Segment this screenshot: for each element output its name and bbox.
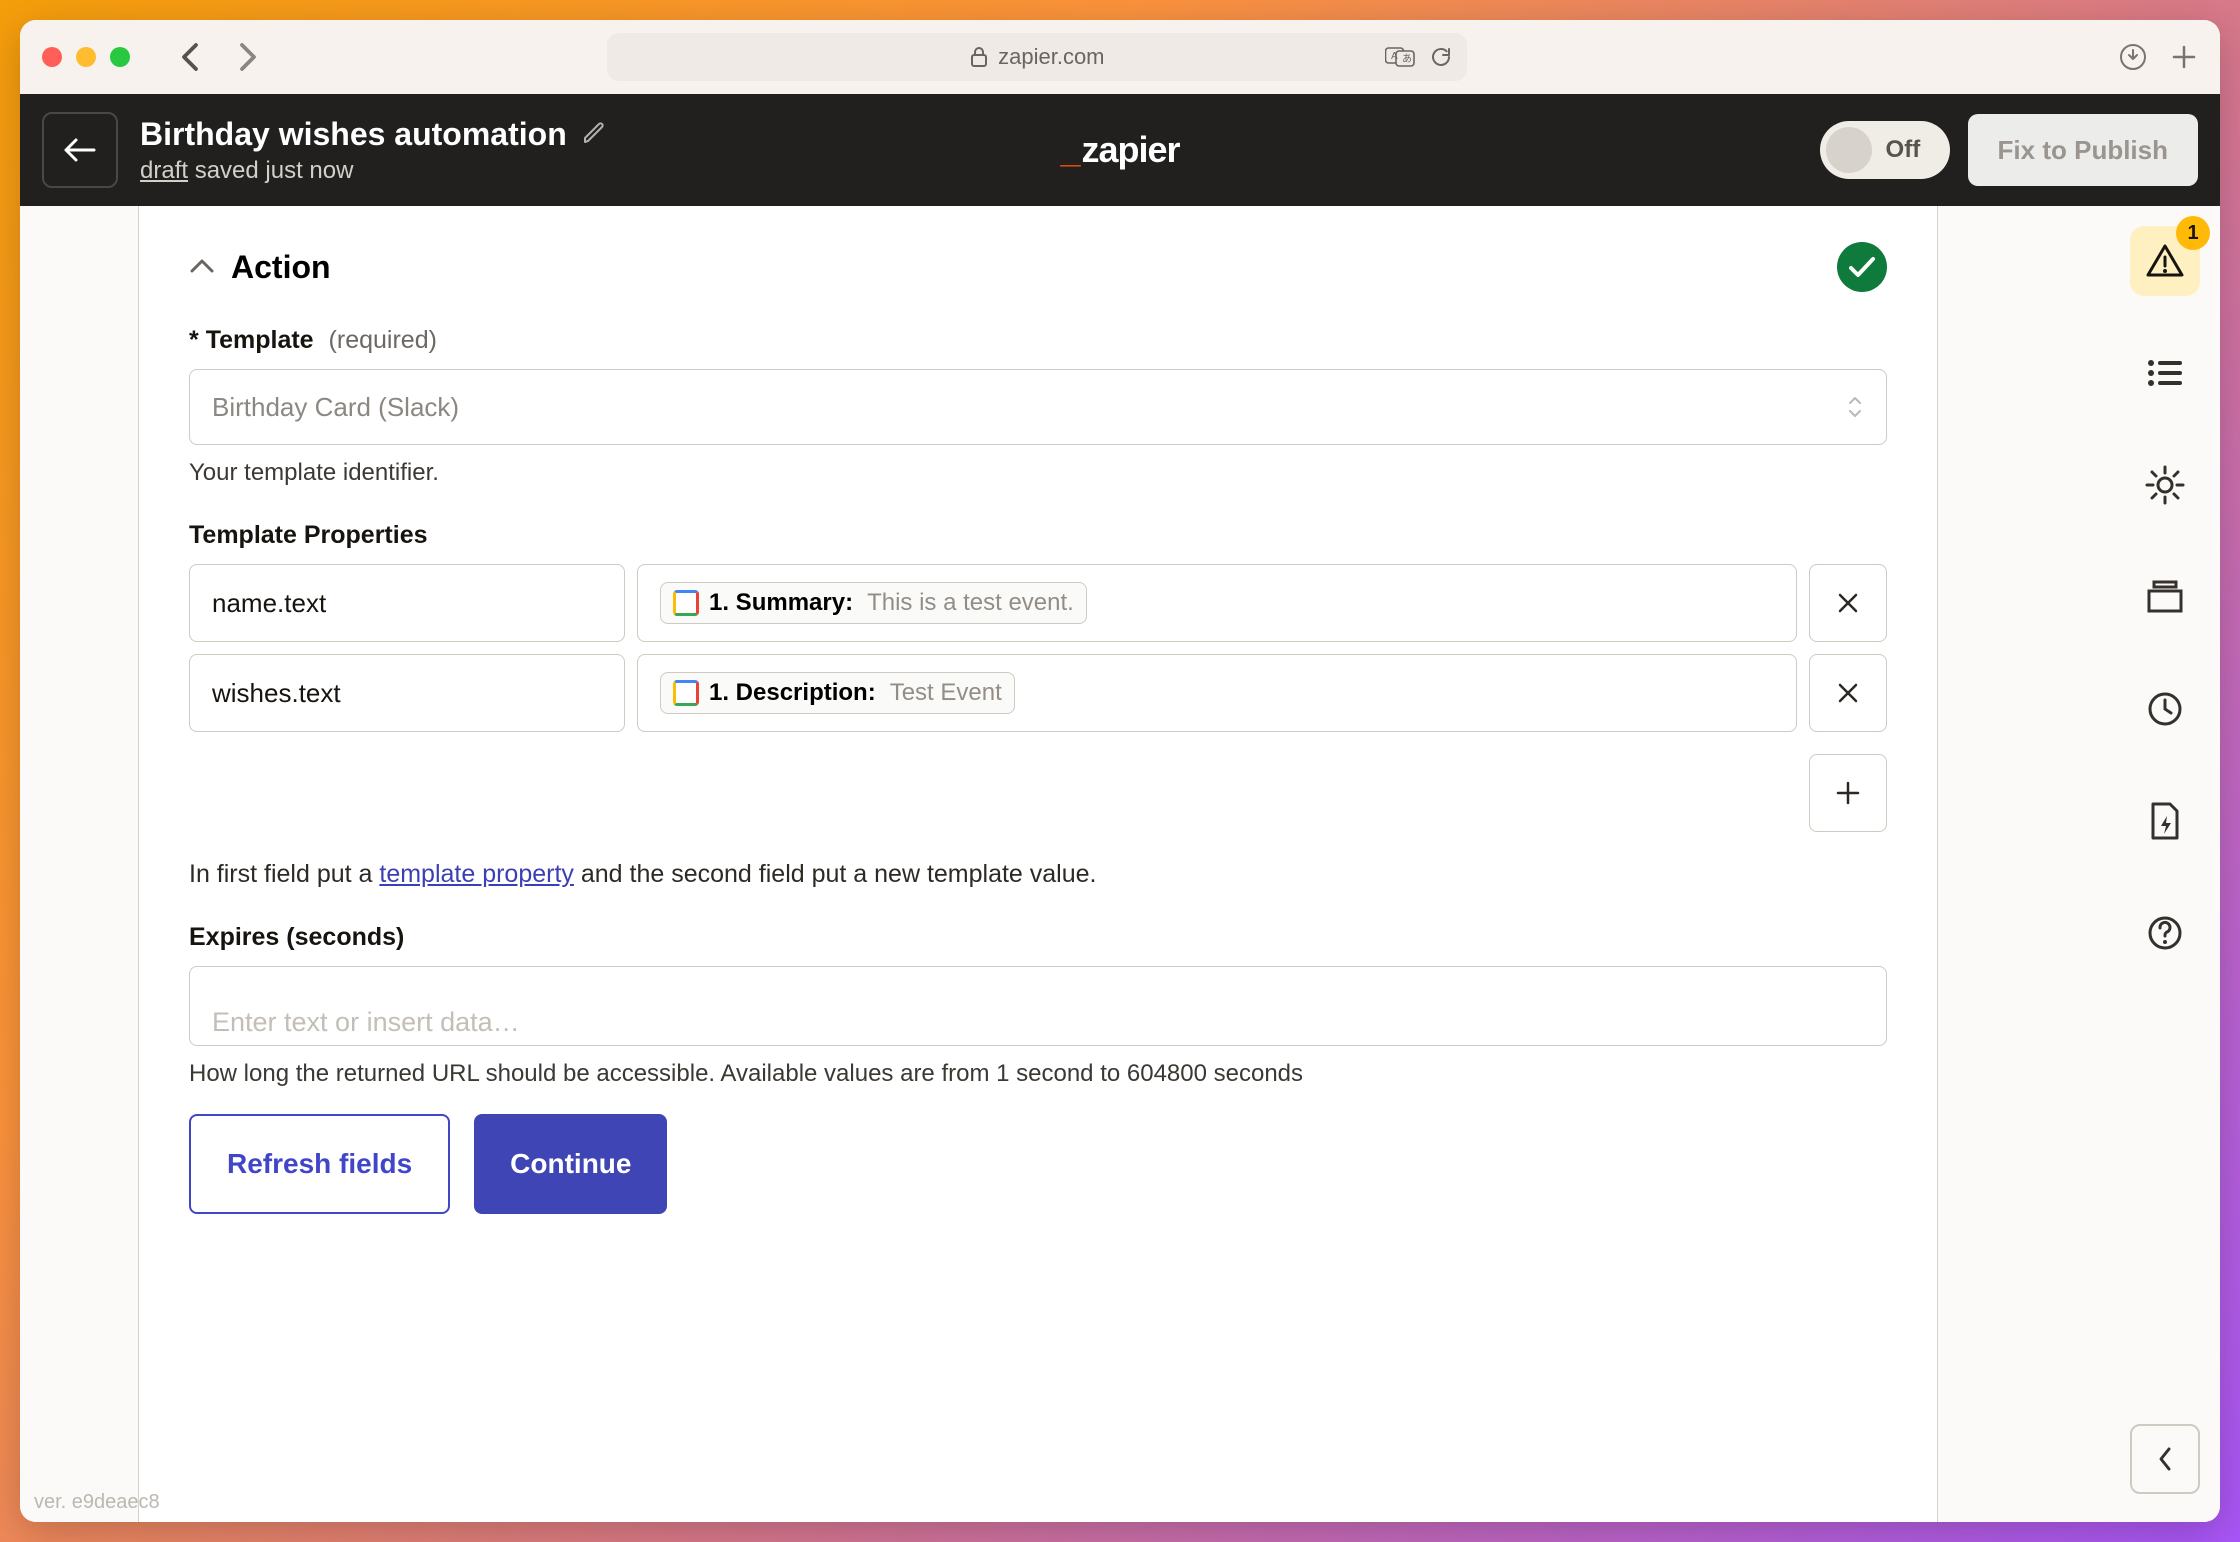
edit-title-icon[interactable] <box>581 120 609 148</box>
svg-text:あ: あ <box>1402 53 1412 65</box>
list-icon <box>2146 358 2184 388</box>
collapse-icon <box>189 258 215 276</box>
template-select[interactable]: Birthday Card (Slack) <box>189 369 1887 445</box>
property-value-input[interactable]: 1. Description: Test Event <box>637 654 1797 732</box>
browser-toolbar: zapier.com Aあ <box>20 20 2220 94</box>
remove-row-button[interactable] <box>1809 654 1887 732</box>
zap-status: draft saved just now <box>140 157 609 185</box>
svg-text:A: A <box>1391 51 1398 62</box>
browser-address-bar[interactable]: zapier.com Aあ <box>607 33 1467 81</box>
zap-status-saved: saved just now <box>188 157 353 184</box>
clock-icon <box>2146 690 2184 728</box>
settings-button[interactable] <box>2130 450 2200 520</box>
zap-enabled-toggle[interactable]: Off <box>1820 121 1950 179</box>
lock-icon <box>970 46 988 68</box>
content-area: Action * Template (required) Birthday Ca… <box>20 206 2220 1522</box>
history-button[interactable] <box>2130 674 2200 744</box>
token-value: This is a test event. <box>867 589 1074 617</box>
app-header: Birthday wishes automation draft saved j… <box>20 94 2220 206</box>
issues-badge: 1 <box>2176 216 2210 250</box>
help-button[interactable] <box>2130 898 2200 968</box>
status-check-icon <box>1837 242 1887 292</box>
translate-icon[interactable]: Aあ <box>1385 45 1415 69</box>
zap-title[interactable]: Birthday wishes automation <box>140 116 567 153</box>
toggle-knob <box>1826 127 1872 173</box>
zapier-logo: _zapier <box>1060 129 1179 171</box>
select-chevrons-icon <box>1846 394 1864 420</box>
window-zoom-button[interactable] <box>110 47 130 67</box>
publish-button[interactable]: Fix to Publish <box>1968 114 2198 186</box>
zap-file-icon <box>2148 801 2182 841</box>
help-icon <box>2146 914 2184 952</box>
zap-status-draft[interactable]: draft <box>140 157 188 184</box>
template-select-value: Birthday Card (Slack) <box>212 392 459 423</box>
browser-nav <box>166 33 272 81</box>
expires-placeholder: Enter text or insert data… <box>212 1007 520 1037</box>
property-key-input[interactable]: name.text <box>189 564 625 642</box>
right-rail: 1 <box>2110 206 2220 1522</box>
template-property-link[interactable]: template property <box>379 860 574 888</box>
property-key-text: name.text <box>212 588 326 619</box>
gear-icon <box>2145 465 2185 505</box>
property-row: wishes.text 1. Description: Test Event <box>189 654 1887 732</box>
properties-help: In first field put a template property a… <box>189 860 1887 889</box>
chevron-left-icon <box>2156 1445 2174 1473</box>
token-label: 1. Summary: <box>709 589 853 617</box>
back-button[interactable] <box>42 112 118 188</box>
downloads-icon[interactable] <box>2118 42 2148 72</box>
run-button[interactable] <box>2130 786 2200 856</box>
window-minimize-button[interactable] <box>76 47 96 67</box>
reload-icon[interactable] <box>1429 45 1453 69</box>
browser-window: zapier.com Aあ Birthd <box>20 20 2220 1522</box>
google-calendar-icon <box>673 680 699 706</box>
token-label: 1. Description: <box>709 679 876 707</box>
issues-button[interactable]: 1 <box>2130 226 2200 296</box>
collapse-rail-button[interactable] <box>2130 1424 2200 1494</box>
template-field-help: Your template identifier. <box>189 459 1887 487</box>
token-value: Test Event <box>890 679 1002 707</box>
stack-icon <box>2145 579 2185 615</box>
expires-input[interactable]: Enter text or insert data… <box>189 966 1887 1046</box>
mapped-token[interactable]: 1. Description: Test Event <box>660 672 1015 714</box>
continue-label: Continue <box>510 1148 631 1180</box>
expires-help: How long the returned URL should be acce… <box>189 1060 1887 1088</box>
template-properties-label: Template Properties <box>189 521 1887 550</box>
browser-back-button[interactable] <box>166 33 214 81</box>
toggle-label: Off <box>1886 136 1921 164</box>
property-key-text: wishes.text <box>212 678 341 709</box>
action-panel: Action * Template (required) Birthday Ca… <box>138 206 1938 1522</box>
property-value-input[interactable]: 1. Summary: This is a test event. <box>637 564 1797 642</box>
section-header[interactable]: Action <box>189 242 1887 292</box>
versions-button[interactable] <box>2130 562 2200 632</box>
remove-row-button[interactable] <box>1809 564 1887 642</box>
window-close-button[interactable] <box>42 47 62 67</box>
template-field-label: * Template (required) <box>189 326 1887 355</box>
window-traffic-lights <box>42 47 130 67</box>
outline-button[interactable] <box>2130 338 2200 408</box>
property-row: name.text 1. Summary: This is a test eve… <box>189 564 1887 642</box>
property-key-input[interactable]: wishes.text <box>189 654 625 732</box>
refresh-fields-button[interactable]: Refresh fields <box>189 1114 450 1214</box>
publish-button-label: Fix to Publish <box>1998 135 2168 166</box>
google-calendar-icon <box>673 590 699 616</box>
browser-forward-button[interactable] <box>224 33 272 81</box>
expires-label: Expires (seconds) <box>189 923 1887 952</box>
section-title: Action <box>231 249 1821 286</box>
add-row-button[interactable] <box>1809 754 1887 832</box>
continue-button[interactable]: Continue <box>474 1114 667 1214</box>
version-label: ver. e9deaec8 <box>34 1491 160 1514</box>
browser-url-host: zapier.com <box>998 44 1104 70</box>
warning-icon <box>2145 243 2185 279</box>
mapped-token[interactable]: 1. Summary: This is a test event. <box>660 582 1087 624</box>
new-tab-icon[interactable] <box>2170 43 2198 71</box>
refresh-fields-label: Refresh fields <box>227 1148 412 1180</box>
